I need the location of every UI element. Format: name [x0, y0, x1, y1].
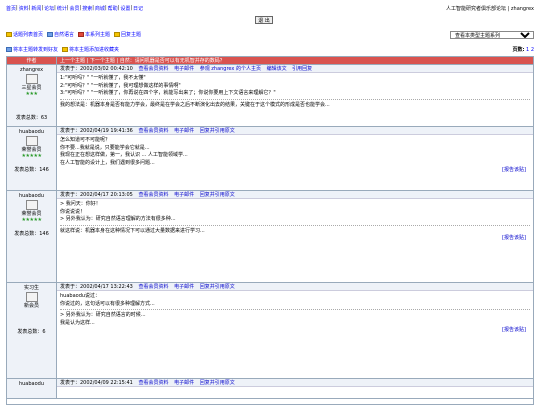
view-profile-link[interactable]: 查看会员资料 — [138, 128, 168, 134]
logout-button[interactable]: 退 出 — [255, 16, 273, 24]
top-link-news[interactable]: 新闻 — [31, 5, 41, 12]
post-meta: 发表于：2002/04/09 22:15:41 查看会员资料 电子邮件 回复并引… — [57, 379, 533, 387]
site-user-label: 人工智能研究者俱乐部论坛 | zhangrex — [446, 6, 534, 12]
avatar — [25, 74, 38, 84]
email-link[interactable]: 电子邮件 — [174, 284, 194, 290]
rank-stars-icon: ★★★ — [25, 91, 38, 97]
post-count: 发表总数：146 — [14, 167, 49, 173]
post-count: 发表总数：63 — [15, 115, 48, 121]
top-link-members[interactable]: 会员 — [70, 5, 80, 12]
author-name[interactable]: huabaodu — [8, 381, 55, 387]
top-nav-links: 首页 | 资料 | 新闻 | 论坛 | 统计 | 会员 | 搜索 | 商城 | 帮助 | 设置 | … — [6, 5, 144, 12]
nav-reply-topic[interactable]: 回复主题 — [114, 31, 141, 38]
post-table-header: 作者 上一个主题 | 下一个主题 | 自然：请问机器是否可以有无机智并存的数码？ — [7, 57, 533, 65]
forward-topic[interactable]: 将本主题转发到好友 — [6, 46, 58, 53]
post-content: > 我问天：你好！ 你说说说！ > 另外我认为：研究自然语言理解的方法有很多种.… — [57, 199, 533, 244]
nav-series[interactable]: 本系列主题 — [78, 31, 110, 38]
top-link-search[interactable]: 搜索 — [82, 5, 92, 12]
post-meta: 发表于：2002/04/17 20:13:05 查看会员资料 电子邮件 回复并引… — [57, 191, 533, 199]
report-post-link[interactable]: [报告该贴] — [60, 167, 530, 174]
folder-icon — [6, 32, 12, 37]
top-link-shop[interactable]: 商城 — [95, 5, 105, 12]
post-meta: 发表于：2002/04/19 19:41:36 查看会员资料 电子邮件 回复并引… — [57, 127, 533, 135]
rank-stars-icon: ★★★★★ — [21, 217, 42, 223]
top-link-profile[interactable]: 资料 — [19, 5, 29, 12]
rank-stars-icon: ★★★★★ — [21, 153, 42, 159]
pagination: 页数: 1 2 — [512, 47, 534, 53]
envelope-icon — [6, 47, 12, 52]
post: huabaodu 荣誉会员 ★★★★★ 发表总数：146 发表于：2002/04… — [7, 191, 533, 283]
post-author-panel: huabaodu 荣誉会员 ★★★★★ 发表总数：146 — [7, 191, 57, 282]
avatar — [25, 292, 38, 302]
nav-row: 话题列表首页 自然语言 本系列主题 回复主题 查看本类型主题系列 — [6, 30, 534, 39]
email-link[interactable]: 电子邮件 — [174, 380, 194, 386]
author-column-header: 作者 — [7, 57, 57, 64]
author-name[interactable]: huabaodu — [8, 129, 55, 135]
post: huabaodu 发表于：2002/04/09 22:15:41 查看会员资料 … — [7, 379, 533, 399]
quote-reply-link[interactable]: 回复并引用原文 — [200, 284, 235, 290]
post-content: 怎么知道可不可能呢？ 你不要...我就是说，只要能学会它就是... 我现在正在想… — [57, 135, 533, 176]
category-icon — [47, 32, 54, 37]
top-link-home[interactable]: 首页 — [6, 5, 16, 12]
post: zhangrex 三星会员 ★★★ 发表总数：63 发表于：2002/03/02… — [7, 65, 533, 127]
avatar — [25, 136, 38, 146]
post-meta: 发表于：2002/04/17 13:22:43 查看会员资料 电子邮件 回复并引… — [57, 283, 533, 291]
author-rank: 新会员 — [23, 303, 39, 309]
author-name[interactable]: zhangrex — [8, 67, 55, 73]
report-post-link[interactable]: [报告该贴] — [60, 235, 530, 242]
top-link-forum[interactable]: 论坛 — [44, 5, 54, 12]
report-post-link[interactable]: [报告该贴] — [60, 327, 530, 334]
avatar — [25, 200, 38, 210]
quote-reply-link[interactable]: 回复并引用原文 — [200, 192, 235, 198]
email-link[interactable]: 电子邮件 — [174, 66, 194, 72]
author-name[interactable]: 实习生 — [8, 285, 55, 291]
post-count: 发表总数：146 — [14, 231, 49, 237]
page-links[interactable]: 1 2 — [526, 47, 534, 53]
top-link-settings[interactable]: 设置 — [120, 5, 130, 12]
reply-icon — [114, 32, 121, 37]
post-content: 1:"可听吗？" "一听就懂了，我不太懂" 2:"可听吗？" "一听就懂了，我可… — [57, 73, 533, 111]
post-meta: 发表于：2002/03/02 00:42:10 查看会员资料 电子邮件 参观 z… — [57, 65, 533, 73]
quote-reply-link[interactable]: 引用回复 — [292, 66, 312, 72]
post-count: 发表总数：6 — [17, 329, 46, 335]
view-profile-link[interactable]: 查看会员资料 — [138, 284, 168, 290]
post-content: huabaodu说过： 你说过的，这句话可以有很多种理解方式... > 另外我认… — [57, 291, 533, 336]
post-author-panel: 实习生 新会员 发表总数：6 — [7, 283, 57, 378]
top-link-diary[interactable]: 日记 — [133, 5, 143, 12]
topic-nav-header[interactable]: 上一个主题 | 下一个主题 | 自然：请问机器是否可以有无机智并存的数码？ — [57, 57, 533, 64]
topic-type-select[interactable]: 查看本类型主题系列 — [450, 30, 534, 39]
top-link-stats[interactable]: 统计 — [57, 5, 67, 12]
sub-row: 将本主题转发到好友 将本主题添加进收藏夹 页数: 1 2 — [6, 45, 534, 54]
view-profile-link[interactable]: 查看会员资料 — [138, 192, 168, 198]
nav-topic-list[interactable]: 话题列表首页 — [6, 31, 43, 38]
post: huabaodu 荣誉会员 ★★★★★ 发表总数：146 发表于：2002/04… — [7, 127, 533, 191]
add-favorite[interactable]: 将本主题添加进收藏夹 — [62, 46, 119, 53]
post-table: 作者 上一个主题 | 下一个主题 | 自然：请问机器是否可以有无机智并存的数码？… — [6, 56, 534, 405]
email-link[interactable]: 电子邮件 — [174, 128, 194, 134]
quote-reply-link[interactable]: 回复并引用原文 — [200, 380, 235, 386]
post-author-panel: zhangrex 三星会员 ★★★ 发表总数：63 — [7, 65, 57, 126]
post: 实习生 新会员 发表总数：6 发表于：2002/04/17 13:22:43 查… — [7, 283, 533, 379]
nav-category[interactable]: 自然语言 — [47, 31, 74, 38]
author-name[interactable]: huabaodu — [8, 193, 55, 199]
post-author-panel: huabaodu 荣誉会员 ★★★★★ 发表总数：146 — [7, 127, 57, 190]
star-icon — [62, 47, 69, 52]
email-link[interactable]: 电子邮件 — [174, 192, 194, 198]
post-author-panel: huabaodu — [7, 379, 57, 398]
homepage-link[interactable]: 参观 zhangrex 的个人主页 — [200, 66, 261, 72]
top-bar: 首页 | 资料 | 新闻 | 论坛 | 统计 | 会员 | 搜索 | 商城 | 帮助 | 设置 | … — [6, 4, 534, 13]
view-profile-link[interactable]: 查看会员资料 — [138, 66, 168, 72]
edit-post-link[interactable]: 编辑该文 — [267, 66, 287, 72]
view-profile-link[interactable]: 查看会员资料 — [138, 380, 168, 386]
top-link-help[interactable]: 帮助 — [108, 5, 118, 12]
quote-reply-link[interactable]: 回复并引用原文 — [200, 128, 235, 134]
series-icon — [78, 32, 85, 37]
